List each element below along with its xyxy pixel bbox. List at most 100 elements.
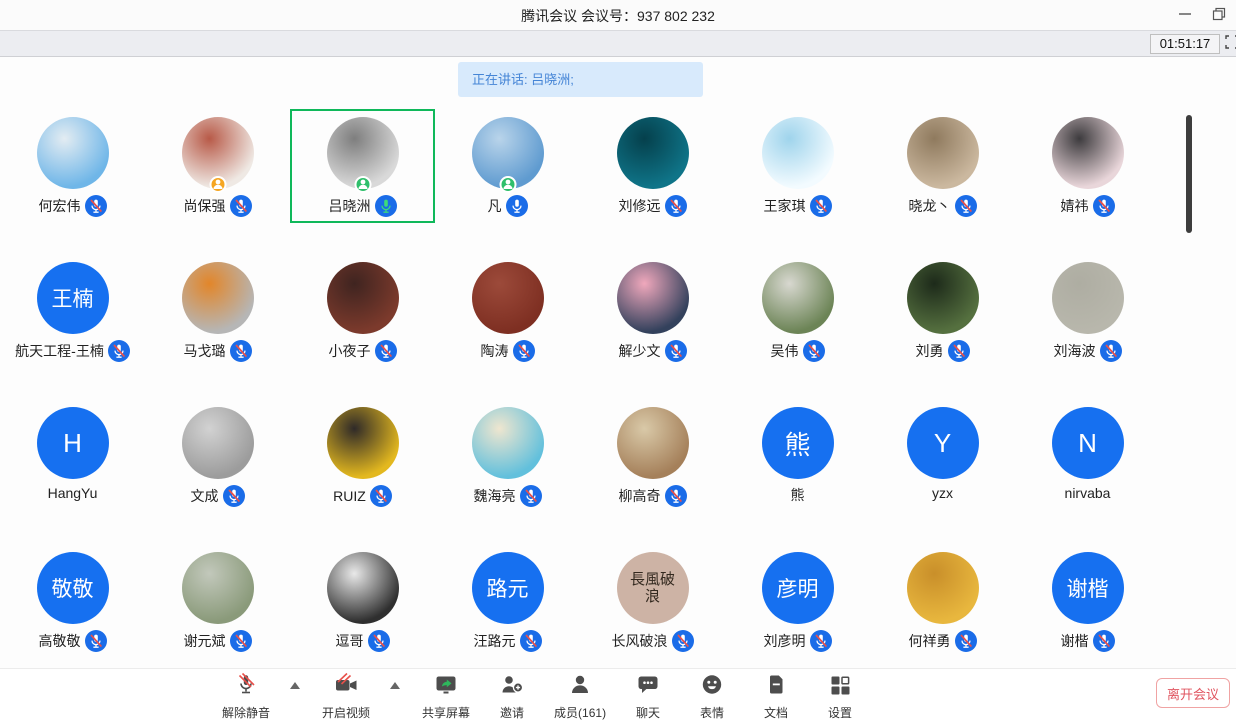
- participant-name-row: 小夜子: [329, 340, 397, 362]
- participant-tile[interactable]: 晓龙丶: [870, 109, 1015, 223]
- toolbar-settings-button[interactable]: 设置: [818, 669, 862, 721]
- participant-tile[interactable]: 凡: [435, 109, 580, 223]
- toolbar-chat-button[interactable]: 聊天: [626, 669, 670, 721]
- avatar: [617, 262, 689, 334]
- participant-tile[interactable]: 何祥勇: [870, 544, 1015, 658]
- participant-name-row: 谢楷: [1061, 630, 1115, 652]
- participant-tile[interactable]: 柳高奇: [580, 399, 725, 513]
- participant-tile[interactable]: 彦明刘彦明: [725, 544, 870, 658]
- participant-name-row: 凡: [488, 195, 528, 217]
- participant-name-row: 刘彦明: [764, 630, 832, 652]
- participant-tile[interactable]: Nnirvaba: [1015, 399, 1160, 513]
- participant-name-row: 解少文: [619, 340, 687, 362]
- scrollbar-thumb[interactable]: [1186, 115, 1192, 233]
- avatar: H: [37, 407, 109, 479]
- participant-name: 婧祎: [1061, 196, 1089, 216]
- participant-tile[interactable]: 陶涛: [435, 254, 580, 368]
- participant-tile[interactable]: 刘海波: [1015, 254, 1160, 368]
- avatar: [617, 117, 689, 189]
- participant-name: yzx: [932, 485, 953, 501]
- titlebar: 腾讯会议 会议号：937 802 232: [0, 0, 1236, 30]
- participant-tile[interactable]: 解少文: [580, 254, 725, 368]
- toolbar-invite-button[interactable]: 邀请: [490, 669, 534, 721]
- participant-tile[interactable]: 敬敬高敬敬: [0, 544, 145, 658]
- participant-name-row: 尚保强: [184, 195, 252, 217]
- participant-tile[interactable]: 王楠航天工程-王楠: [0, 254, 145, 368]
- toolbar-invite-label: 邀请: [500, 704, 524, 721]
- avatar: [1052, 262, 1124, 334]
- avatar-initials: H: [63, 428, 82, 459]
- participant-name: 何祥勇: [909, 631, 951, 651]
- participant-tile[interactable]: 吕晓洲: [290, 109, 435, 223]
- restore-icon: [1212, 7, 1226, 21]
- leave-meeting-button[interactable]: 离开会议: [1156, 678, 1230, 708]
- participant-tile[interactable]: 马戈璐: [145, 254, 290, 368]
- participant-tile[interactable]: HHangYu: [0, 399, 145, 513]
- participant-tile[interactable]: 魏海亮: [435, 399, 580, 513]
- participant-tile[interactable]: 熊熊: [725, 399, 870, 513]
- camera-off-icon: [333, 672, 359, 703]
- participant-name-row: 陶涛: [481, 340, 535, 362]
- toolbar-docs-button[interactable]: 文档: [754, 669, 798, 721]
- toolbar-members-button[interactable]: 成员(161): [554, 669, 606, 721]
- participant-name-row: nirvaba: [1065, 485, 1111, 501]
- participant-tile[interactable]: 吴伟: [725, 254, 870, 368]
- participant-tile[interactable]: RUIZ: [290, 399, 435, 513]
- participant-name: 尚保强: [184, 196, 226, 216]
- restore-button[interactable]: [1202, 0, 1236, 28]
- mic-muted-icon: [230, 340, 252, 362]
- participant-tile[interactable]: 谢楷谢楷: [1015, 544, 1160, 658]
- avatar: 谢楷: [1052, 552, 1124, 624]
- avatar: [472, 117, 544, 189]
- mic-speaking-icon: [375, 195, 397, 217]
- participant-grid: 何宏伟 尚保强 吕晓洲 凡 刘修远 王家琪: [0, 109, 1160, 658]
- mic-muted-icon: [375, 340, 397, 362]
- participant-name: 解少文: [619, 341, 661, 361]
- minimize-button[interactable]: [1168, 0, 1202, 28]
- badge-orange-icon: [209, 176, 226, 193]
- toolbar-emoji-label: 表情: [700, 704, 724, 721]
- avatar-initials: 谢楷: [1067, 573, 1109, 603]
- participant-name: RUIZ: [333, 488, 366, 504]
- participant-tile[interactable]: 文成: [145, 399, 290, 513]
- mic-muted-icon: [803, 340, 825, 362]
- participant-name-row: 王家琪: [764, 195, 832, 217]
- participant-name: 刘修远: [619, 196, 661, 216]
- participant-name-row: 刘勇: [916, 340, 970, 362]
- participant-tile[interactable]: 何宏伟: [0, 109, 145, 223]
- participant-tile[interactable]: Yyzx: [870, 399, 1015, 513]
- toolbar-emoji-button[interactable]: 表情: [690, 669, 734, 721]
- participant-tile[interactable]: 路元汪路元: [435, 544, 580, 658]
- toolbar-start-video-options-arrow[interactable]: [390, 669, 402, 689]
- participant-name: 熊: [791, 485, 805, 505]
- avatar-initials: N: [1078, 428, 1097, 459]
- participant-tile[interactable]: 刘勇: [870, 254, 1015, 368]
- toolbar-share-screen-button[interactable]: 共享屏幕: [422, 669, 470, 721]
- participant-name: 吕晓洲: [329, 196, 371, 216]
- participant-tile[interactable]: 刘修远: [580, 109, 725, 223]
- avatar: [907, 117, 979, 189]
- participant-tile[interactable]: 尚保强: [145, 109, 290, 223]
- avatar: 彦明: [762, 552, 834, 624]
- main-area: 正在讲话: 吕晓洲; 何宏伟 尚保强 吕晓洲 凡 刘修远 王家琪: [0, 57, 1236, 668]
- participant-tile[interactable]: 婧祎: [1015, 109, 1160, 223]
- participant-tile[interactable]: 小夜子: [290, 254, 435, 368]
- avatar: 長風破浪: [617, 552, 689, 624]
- participant-name: 高敬敬: [39, 631, 81, 651]
- toolbar-start-video-button[interactable]: 开启视频: [322, 669, 370, 721]
- participant-name-row: 婧祎: [1061, 195, 1115, 217]
- avatar: [327, 407, 399, 479]
- participant-name-row: 逗哥: [336, 630, 390, 652]
- participant-tile[interactable]: 王家琪: [725, 109, 870, 223]
- participant-tile[interactable]: 長風破浪长风破浪: [580, 544, 725, 658]
- toolbar-unmute-button[interactable]: 解除静音: [222, 669, 270, 721]
- toolbar: 解除静音 开启视频 共享屏幕 邀请 成员(161) 聊天 表情 文档 设置 离开…: [0, 668, 1236, 716]
- avatar-initials: 路元: [487, 573, 529, 603]
- participant-tile[interactable]: 谢元斌: [145, 544, 290, 658]
- mic-muted-icon: [230, 195, 252, 217]
- participant-tile[interactable]: 逗哥: [290, 544, 435, 658]
- mic-muted-icon: [230, 630, 252, 652]
- toolbar-unmute-options-arrow[interactable]: [290, 669, 302, 689]
- fullscreen-icon[interactable]: [1225, 35, 1236, 49]
- mic-muted-icon: [85, 630, 107, 652]
